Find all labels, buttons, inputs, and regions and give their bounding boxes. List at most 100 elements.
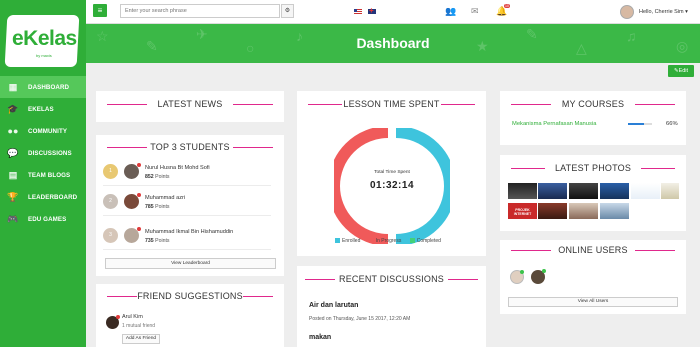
menu-toggle-button[interactable]: ≡ <box>93 4 107 17</box>
latest-news-card: LATEST NEWS <box>96 91 284 122</box>
photo-thumbnail[interactable]: PROJEK INTERNET <box>508 203 537 219</box>
student-avatar[interactable] <box>124 193 141 209</box>
discussion-title[interactable]: makan <box>309 334 331 341</box>
top-students-card: TOP 3 STUDENTS 1 Nurul Husna Bt Mohd Sof… <box>96 135 284 276</box>
sidebar-item-community[interactable]: ●● COMMUNITY <box>0 120 86 142</box>
view-all-users-button[interactable]: View All Users <box>508 297 678 307</box>
legend-enrolled: Enrolled <box>335 238 360 244</box>
us-flag-icon[interactable] <box>354 9 362 14</box>
trophy-icon: 🏆 <box>7 191 19 202</box>
photo-thumbnail[interactable] <box>538 183 567 199</box>
sidebar-item-dashboard[interactable]: ▦ DASHBOARD <box>0 76 86 98</box>
photo-thumbnail[interactable] <box>569 183 598 199</box>
add-friend-button[interactable]: Add As Friend <box>122 334 160 344</box>
edit-button[interactable]: ✎Edit <box>668 65 694 77</box>
view-leaderboard-button[interactable]: View Leaderboard <box>105 258 276 269</box>
course-progress-fill <box>628 123 644 125</box>
student-name[interactable]: Muhammad Ikmal Bin Hishamuddin <box>145 229 233 235</box>
student-points: 852 Points <box>145 174 170 180</box>
student-row[interactable]: 2 Muhammad azri 785 Points <box>103 189 271 216</box>
sidebar-item-team-blogs[interactable]: ▤ TEAM BLOGS <box>0 164 86 186</box>
search-button[interactable]: ⚙ <box>281 4 294 18</box>
sidebar-item-edu-games[interactable]: 🎮 EDU GAMES <box>0 208 86 230</box>
grid-icon: ▦ <box>8 81 18 92</box>
sidebar-item-discussions[interactable]: 💬 DISCUSSIONS <box>0 142 86 164</box>
student-name[interactable]: Muhammad azri <box>145 195 185 201</box>
sidebar-nav: ▦ DASHBOARD 🎓 EKELAS ●● COMMUNITY 💬 DISC… <box>0 76 86 230</box>
blog-icon: ▤ <box>8 169 18 180</box>
title-divider <box>308 104 342 105</box>
legend-completed: Completed <box>409 238 441 244</box>
title-divider <box>107 296 137 297</box>
card-title: TOP 3 STUDENTS <box>96 142 284 152</box>
student-avatar[interactable] <box>124 227 141 243</box>
search-input[interactable] <box>120 4 280 18</box>
sidebar-item-label: COMMUNITY <box>28 127 68 135</box>
donut-center-label: Total Time Spent <box>374 170 410 175</box>
friend-name[interactable]: Arul Kim <box>122 314 143 320</box>
status-dot <box>116 315 120 319</box>
bronze-medal-icon: 3 <box>103 228 118 243</box>
online-user-avatar[interactable] <box>510 270 524 284</box>
online-users-card: ONLINE USERS View All Users <box>500 240 686 314</box>
page-banner: ☆ ✎ ✈ ○ ♪ ★ ✎ △ ♫ ◎ Dashboard <box>86 24 700 63</box>
photo-thumbnail[interactable] <box>508 183 537 199</box>
sidebar: eKelas by maxis ▦ DASHBOARD 🎓 EKELAS ●● … <box>0 0 86 347</box>
title-divider <box>635 250 675 251</box>
title-divider <box>233 147 273 148</box>
users-icon: ●● <box>7 126 19 136</box>
gold-medal-icon: 1 <box>103 164 118 179</box>
lesson-time-card: LESSON TIME SPENT Total Time Spent 01:32… <box>297 91 486 256</box>
title-divider <box>641 168 675 169</box>
online-status-dot <box>520 270 524 274</box>
photo-thumbnail[interactable] <box>661 183 679 199</box>
title-divider <box>511 250 551 251</box>
photo-thumbnail[interactable] <box>600 203 629 219</box>
photo-thumbnail[interactable] <box>538 203 567 219</box>
my-courses-card: MY COURSES Mekanisma Pernafasan Manusia … <box>500 91 686 145</box>
online-user-avatar[interactable] <box>531 269 546 284</box>
logo-text: eKelas <box>12 27 77 50</box>
status-dot <box>137 227 141 231</box>
friends-icon[interactable]: 👥 <box>445 6 456 17</box>
course-name[interactable]: Mekanisma Pernafasan Manusia <box>512 121 596 127</box>
messages-icon[interactable]: ✉ <box>471 6 479 17</box>
silver-medal-icon: 2 <box>103 194 118 209</box>
photo-thumbnail[interactable] <box>631 183 660 199</box>
title-divider <box>635 104 675 105</box>
student-row[interactable]: 1 Nurul Husna Bt Mohd Sofi 852 Points <box>103 159 271 186</box>
sidebar-item-leaderboard[interactable]: 🏆 LEADERBOARD <box>0 186 86 208</box>
title-divider <box>511 168 545 169</box>
student-row[interactable]: 3 Muhammad Ikmal Bin Hishamuddin 735 Poi… <box>103 223 271 250</box>
course-percent: 66% <box>666 121 678 127</box>
ekelas-logo[interactable]: eKelas by maxis <box>4 15 80 67</box>
student-name[interactable]: Nurul Husna Bt Mohd Sofi <box>145 165 210 171</box>
user-avatar[interactable] <box>620 5 634 19</box>
sidebar-item-ekelas[interactable]: 🎓 EKELAS <box>0 98 86 120</box>
notification-badge: 10 <box>504 4 510 8</box>
user-greeting[interactable]: Hello, Cherrie Sim ▾ <box>639 9 688 15</box>
uk-flag-icon[interactable] <box>368 6 376 15</box>
title-divider <box>441 104 475 105</box>
sidebar-item-label: DASHBOARD <box>28 83 70 91</box>
card-title: RECENT DISCUSSIONS <box>297 274 486 284</box>
photo-thumbnail[interactable] <box>600 183 629 199</box>
discussion-title[interactable]: Air dan larutan <box>309 302 358 309</box>
status-dot <box>137 163 141 167</box>
photo-thumbnail[interactable] <box>569 203 598 219</box>
title-divider <box>107 104 147 105</box>
top-bar: ≡ ⚙ 👥 ✉ 🔔 10 Hello, Cherrie Sim ▾ <box>86 0 700 24</box>
sidebar-item-label: DISCUSSIONS <box>28 149 72 157</box>
sidebar-item-label: LEADERBOARD <box>28 193 78 201</box>
card-title: ONLINE USERS <box>500 245 686 255</box>
friend-avatar[interactable] <box>106 315 120 329</box>
friend-suggestions-card: FRIEND SUGGESTIONS Arul Kim 1 mutual fri… <box>96 284 284 347</box>
card-title: MY COURSES <box>500 99 686 109</box>
card-title: FRIEND SUGGESTIONS <box>96 291 284 301</box>
course-progress-bar <box>628 123 652 125</box>
legend-in-progress: In Progress <box>368 238 401 244</box>
recent-discussions-card: RECENT DISCUSSIONS Air dan larutan Poste… <box>297 266 486 347</box>
student-avatar[interactable] <box>124 163 141 179</box>
title-divider <box>107 147 147 148</box>
donut-center-value: 01:32:14 <box>369 180 415 191</box>
